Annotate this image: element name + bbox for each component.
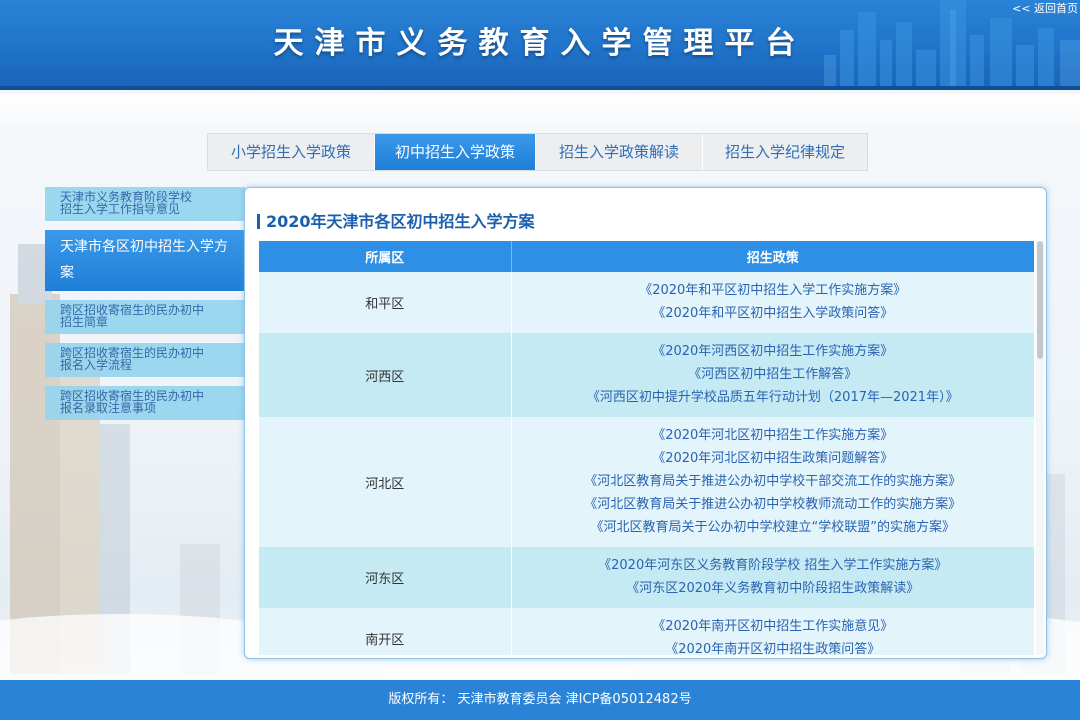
policy-cell: 《2020年南开区初中招生工作实施意见》 《2020年南开区初中招生政策问答》: [511, 608, 1034, 655]
policy-link[interactable]: 《河西区初中招生工作解答》: [512, 363, 1035, 386]
district-cell: 和平区: [259, 272, 512, 333]
sidebar-item-label: 报名入学流程: [60, 358, 133, 372]
table-row: 河北区 《2020年河北区初中招生工作实施方案》 《2020年河北区初中招生政策…: [259, 417, 1034, 547]
district-cell: 南开区: [259, 608, 512, 655]
policy-link[interactable]: 《河东区2020年义务教育初中阶段招生政策解读》: [512, 577, 1035, 600]
policy-link[interactable]: 《2020年和平区初中招生入学工作实施方案》: [512, 279, 1035, 302]
back-home-link[interactable]: << 返回首页: [1012, 0, 1078, 16]
policy-table-container[interactable]: 所属区 招生政策 和平区 《2020年和平区初中招生入学工作实施方案》 《202…: [259, 241, 1034, 655]
tab-enrollment-rules[interactable]: 招生入学纪律规定: [703, 134, 867, 170]
policy-cell: 《2020年河东区义务教育阶段学校 招生入学工作实施方案》 《河东区2020年义…: [511, 547, 1034, 608]
tab-primary-school-policy[interactable]: 小学招生入学政策: [208, 134, 375, 170]
table-row: 河东区 《2020年河东区义务教育阶段学校 招生入学工作实施方案》 《河东区20…: [259, 547, 1034, 608]
site-title: 天津市义务教育入学管理平台: [273, 26, 807, 61]
policy-link[interactable]: 《2020年南开区初中招生工作实施意见》: [512, 615, 1035, 638]
content-panel: 2020年天津市各区初中招生入学方案 所属区 招生政策 和平区 《2020年和平…: [244, 187, 1047, 659]
policy-tabs: 小学招生入学政策 初中招生入学政策 招生入学政策解读 招生入学纪律规定: [207, 133, 868, 171]
table-row: 和平区 《2020年和平区初中招生入学工作实施方案》 《2020年和平区初中招生…: [259, 272, 1034, 333]
page-title-text: 2020年天津市各区初中招生入学方案: [266, 212, 535, 231]
policy-link[interactable]: 《河西区初中提升学校品质五年行动计划（2017年—2021年）》: [512, 386, 1035, 409]
district-cell: 河北区: [259, 417, 512, 547]
sidebar-item-label: 招生简章: [60, 315, 109, 329]
policy-cell: 《2020年河西区初中招生工作实施方案》 《河西区初中招生工作解答》 《河西区初…: [511, 333, 1034, 417]
header-banner: 天津市义务教育入学管理平台 << 返回首页: [0, 0, 1080, 90]
policy-link[interactable]: 《2020年河西区初中招生工作实施方案》: [512, 340, 1035, 363]
sidebar-item-registration-process[interactable]: 跨区招收寄宿生的民办初中 报名入学流程: [45, 343, 245, 377]
district-cell: 河西区: [259, 333, 512, 417]
policy-link[interactable]: 《河北区教育局关于推进公办初中学校教师流动工作的实施方案》: [512, 493, 1035, 516]
district-cell: 河东区: [259, 547, 512, 608]
policy-link[interactable]: 《2020年河北区初中招生工作实施方案》: [512, 424, 1035, 447]
policy-link[interactable]: 《2020年河北区初中招生政策问题解答》: [512, 447, 1035, 470]
column-header-district: 所属区: [259, 241, 512, 272]
policy-link[interactable]: 《2020年和平区初中招生入学政策问答》: [512, 302, 1035, 325]
policy-cell: 《2020年和平区初中招生入学工作实施方案》 《2020年和平区初中招生入学政策…: [511, 272, 1034, 333]
tab-middle-school-policy[interactable]: 初中招生入学政策: [375, 134, 536, 170]
page-title: 2020年天津市各区初中招生入学方案: [257, 208, 535, 232]
footer: 版权所有： 天津市教育委员会 津ICP备05012482号: [0, 680, 1080, 720]
title-marker: [257, 214, 260, 229]
tab-policy-interpretation[interactable]: 招生入学政策解读: [536, 134, 703, 170]
sidebar-item-label: 报名录取注意事项: [60, 401, 157, 415]
table-row: 南开区 《2020年南开区初中招生工作实施意见》 《2020年南开区初中招生政策…: [259, 608, 1034, 655]
policy-link[interactable]: 《2020年河东区义务教育阶段学校 招生入学工作实施方案》: [512, 554, 1035, 577]
table-row: 河西区 《2020年河西区初中招生工作实施方案》 《河西区初中招生工作解答》 《…: [259, 333, 1034, 417]
vertical-scrollbar[interactable]: [1036, 241, 1044, 655]
sidebar-item-district-plans[interactable]: 天津市各区初中招生入学方案: [45, 230, 245, 291]
policy-link[interactable]: 《河北区教育局关于推进公办初中学校干部交流工作的实施方案》: [512, 470, 1035, 493]
sidebar-item-label: 招生入学工作指导意见: [60, 202, 181, 216]
sidebar-item-label: 天津市各区初中招生入学方案: [60, 239, 228, 281]
policy-link[interactable]: 《河北区教育局关于公办初中学校建立“学校联盟”的实施方案》: [512, 516, 1035, 539]
scrollbar-thumb[interactable]: [1037, 241, 1043, 359]
sidebar-item-admission-brochure[interactable]: 跨区招收寄宿生的民办初中 招生简章: [45, 300, 245, 334]
sidebar-item-guidance[interactable]: 天津市义务教育阶段学校 招生入学工作指导意见: [45, 187, 245, 221]
sidebar-menu: 天津市义务教育阶段学校 招生入学工作指导意见 天津市各区初中招生入学方案 跨区招…: [45, 187, 245, 429]
footer-copyright: 版权所有： 天津市教育委员会 津ICP备05012482号: [388, 692, 692, 707]
policy-table: 所属区 招生政策 和平区 《2020年和平区初中招生入学工作实施方案》 《202…: [259, 241, 1034, 655]
policy-cell: 《2020年河北区初中招生工作实施方案》 《2020年河北区初中招生政策问题解答…: [511, 417, 1034, 547]
policy-link[interactable]: 《2020年南开区初中招生政策问答》: [512, 638, 1035, 655]
column-header-policy: 招生政策: [511, 241, 1034, 272]
sidebar-item-admission-notes[interactable]: 跨区招收寄宿生的民办初中 报名录取注意事项: [45, 386, 245, 420]
